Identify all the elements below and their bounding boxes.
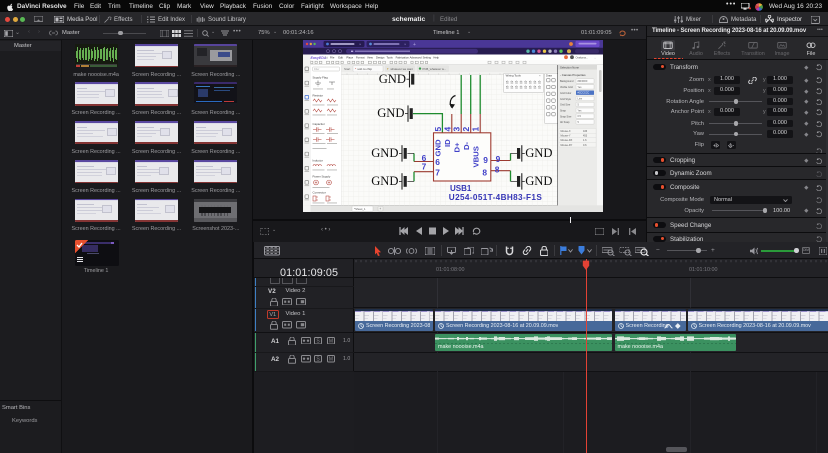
svg-text:Grid Size: Grid Size <box>560 104 571 107</box>
svg-text:Power Supply: Power Supply <box>313 175 331 179</box>
svg-text:Tools: Tools <box>386 55 393 59</box>
svg-text:Inductor: Inductor <box>313 159 323 163</box>
svg-text:9: 9 <box>496 154 501 164</box>
svg-text:Line: Line <box>578 98 583 101</box>
svg-text:433: 433 <box>583 130 588 133</box>
svg-text:ID: ID <box>443 139 452 147</box>
svg-text:- Canvas Properties: - Canvas Properties <box>560 73 586 77</box>
svg-text:whatever we want: whatever we want <box>391 67 414 71</box>
svg-text:Design: Design <box>376 55 385 59</box>
svg-text:usb to chip: usb to chip <box>358 67 373 71</box>
svg-text:Edit: Edit <box>338 55 343 59</box>
svg-text:7: 7 <box>422 161 427 171</box>
svg-text:M: M <box>329 357 333 363</box>
svg-text:Advanced: Advanced <box>410 55 422 59</box>
svg-text:GND: GND <box>525 146 552 160</box>
svg-text:Mouse-DY: Mouse-DY <box>561 144 573 147</box>
svg-text:3: 3 <box>452 127 462 132</box>
svg-text:GND: GND <box>379 72 406 86</box>
svg-text:Help: Help <box>433 55 439 59</box>
svg-text:GND: GND <box>525 174 552 188</box>
svg-text:Format: Format <box>356 55 365 59</box>
svg-text:⌄: ⌄ <box>594 56 596 59</box>
svg-text:GND: GND <box>371 174 398 188</box>
svg-text:GND: GND <box>377 106 404 120</box>
svg-text:Setting: Setting <box>423 55 432 59</box>
svg-text:Supply Flag: Supply Flag <box>313 76 329 80</box>
svg-text:+: + <box>379 207 381 211</box>
svg-text:PCB_whatever w...: PCB_whatever w... <box>423 67 447 71</box>
svg-text:USB1: USB1 <box>450 184 472 193</box>
svg-text:*Sheet_1: *Sheet_1 <box>354 207 366 211</box>
svg-text:Place: Place <box>346 55 353 59</box>
svg-text:GND: GND <box>371 146 398 160</box>
svg-text:View: View <box>367 55 373 59</box>
svg-text:8: 8 <box>482 167 487 177</box>
svg-text:453: 453 <box>583 135 588 138</box>
svg-text:Grid Style: Grid Style <box>560 98 572 101</box>
svg-text:1.6: 1.6 <box>583 139 587 142</box>
svg-text:7: 7 <box>435 167 440 177</box>
svg-text:Draw: Draw <box>546 74 552 78</box>
svg-text:Snap Size: Snap Size <box>560 115 572 118</box>
svg-text:2: 2 <box>461 127 471 132</box>
svg-text:Selection None: Selection None <box>560 65 579 69</box>
svg-text:Wiring Tools: Wiring Tools <box>506 74 522 78</box>
svg-text:D+: D+ <box>452 142 461 153</box>
svg-text:Resistor: Resistor <box>313 94 324 98</box>
svg-text:Fabrication: Fabrication <box>396 55 410 59</box>
svg-text:Start: Start <box>344 67 351 71</box>
svg-text:0.6: 0.6 <box>583 144 587 147</box>
svg-text:1: 1 <box>471 127 481 132</box>
svg-text:GND: GND <box>433 139 442 157</box>
svg-text:#CCCCCC: #CCCCCC <box>578 92 590 95</box>
svg-text:U254-051T-4BH83-F1S: U254-051T-4BH83-F1S <box>449 193 543 202</box>
svg-text:Grid Color: Grid Color <box>560 92 572 95</box>
svg-text:9: 9 <box>483 155 488 165</box>
svg-text:6: 6 <box>435 157 440 167</box>
svg-text:Mouse-X: Mouse-X <box>561 130 571 133</box>
svg-text:VBUS: VBUS <box>471 146 480 167</box>
svg-text:Osakana...: Osakana... <box>576 55 589 59</box>
svg-text:#FFFFFF: #FFFFFF <box>578 80 589 83</box>
svg-text:Mouse-Y: Mouse-Y <box>561 135 571 138</box>
svg-text:Visible Grid: Visible Grid <box>560 86 573 89</box>
svg-text:M: M <box>329 338 333 344</box>
svg-text:Alt Snap: Alt Snap <box>560 121 570 124</box>
svg-text:File: File <box>330 55 335 59</box>
svg-text:Mouse-DX: Mouse-DX <box>561 139 573 142</box>
svg-text:Connector: Connector <box>313 191 326 195</box>
svg-text:D-: D- <box>462 141 471 150</box>
svg-text:Filter: Filter <box>314 68 320 71</box>
svg-text:Capacitor: Capacitor <box>313 122 325 126</box>
svg-text:8: 8 <box>495 165 500 175</box>
svg-text:Snap: Snap <box>560 109 566 112</box>
svg-text:T: T <box>387 67 389 71</box>
svg-text:+: + <box>413 42 416 48</box>
svg-text:Background: Background <box>560 80 574 83</box>
